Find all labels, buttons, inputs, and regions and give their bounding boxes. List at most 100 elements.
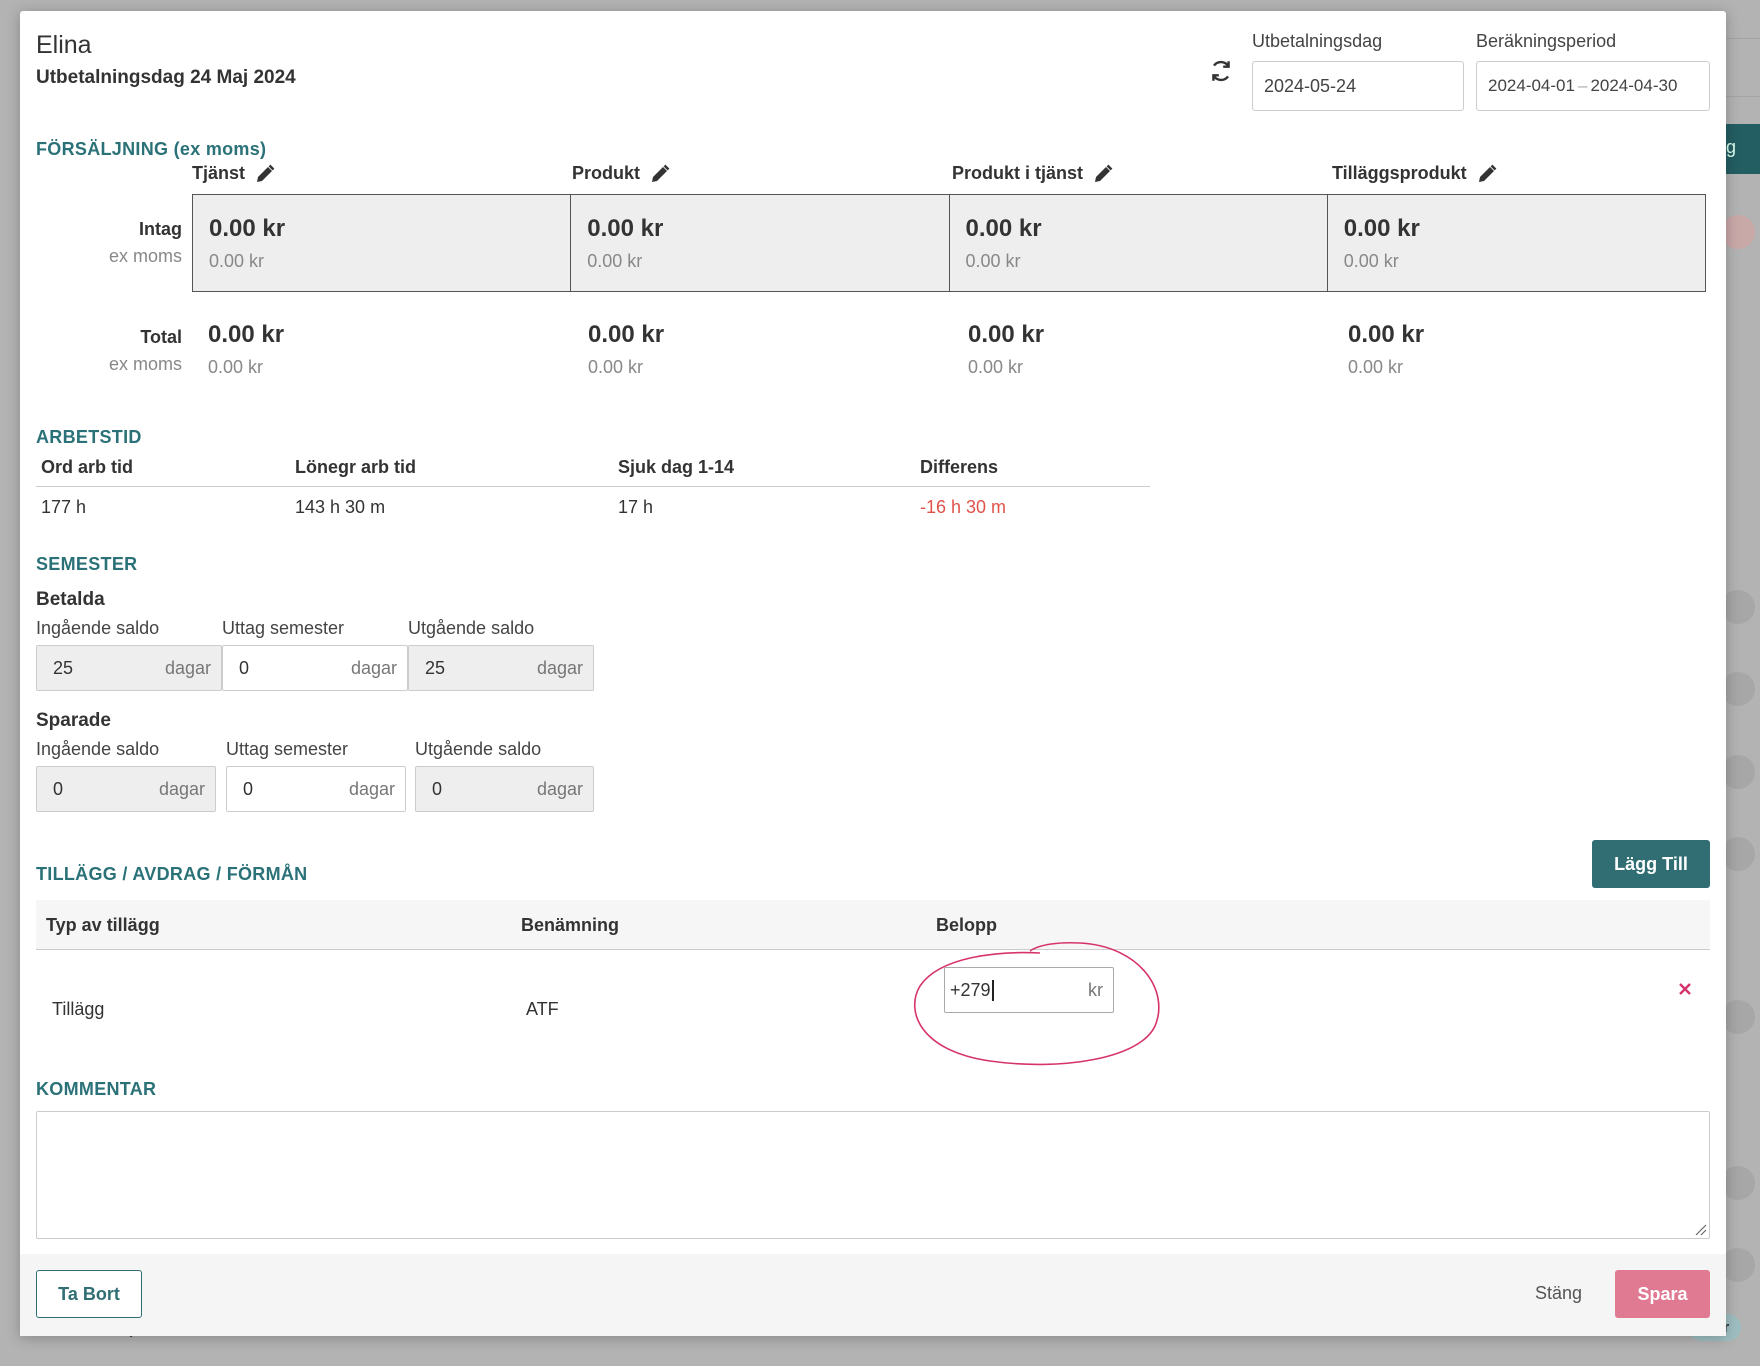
intag-grid: 0.00 kr 0.00 kr 0.00 kr 0.00 kr 0.00 kr … bbox=[192, 194, 1706, 292]
bg-row-action[interactable] bbox=[1721, 1248, 1755, 1282]
intag-sublabel: ex moms bbox=[108, 246, 182, 266]
intag-amount: 0.00 kr bbox=[965, 215, 1042, 242]
paid-closing-balance-field: 25 dagar bbox=[408, 645, 594, 691]
total-cell: 0.00 kr 0.00 kr bbox=[968, 321, 1044, 378]
pencil-icon[interactable] bbox=[255, 164, 275, 184]
pencil-icon[interactable] bbox=[1093, 164, 1113, 184]
close-button[interactable]: Stäng bbox=[1535, 1283, 1582, 1304]
payslip-modal: Elina Utbetalningsdag 24 Maj 2024 Utbeta… bbox=[20, 11, 1726, 1336]
column-header: Belopp bbox=[936, 915, 997, 935]
total-amount-sub: 0.00 kr bbox=[208, 357, 264, 377]
saved-opening-balance-field: 0 dagar bbox=[36, 766, 216, 812]
worktime-header: Differens bbox=[920, 457, 999, 477]
total-cell: 0.00 kr 0.00 kr bbox=[208, 321, 284, 378]
comment-textarea[interactable] bbox=[36, 1111, 1710, 1239]
total-amount-sub: 0.00 kr bbox=[968, 357, 1024, 377]
total-amount: 0.00 kr bbox=[1348, 321, 1425, 348]
total-amount: 0.00 kr bbox=[208, 321, 285, 348]
bg-row-action[interactable] bbox=[1721, 1166, 1755, 1200]
column-label: Tilläggsprodukt bbox=[1332, 163, 1467, 183]
field-unit: dagar bbox=[536, 778, 583, 799]
column-header: Typ av tillägg bbox=[46, 915, 160, 935]
field-value: 0 bbox=[432, 778, 443, 799]
worktime-value: 17 h bbox=[618, 497, 654, 517]
paid-opening-balance-field: 25 dagar bbox=[36, 645, 222, 691]
modal-footer: Ta Bort Stäng Spara bbox=[20, 1254, 1726, 1336]
total-amount-sub: 0.00 kr bbox=[1348, 357, 1404, 377]
bg-status-dot bbox=[1721, 215, 1755, 249]
vacation-label: Ingående saldo bbox=[36, 618, 160, 638]
worktime-header: Lönegr arb tid bbox=[295, 457, 416, 477]
column-header: Benämning bbox=[521, 915, 620, 935]
resize-handle-icon[interactable] bbox=[1693, 1222, 1707, 1236]
vacation-label: Ingående saldo bbox=[36, 739, 160, 759]
intag-row-label: Intag ex moms bbox=[36, 219, 182, 267]
field-unit: dagar bbox=[350, 657, 397, 678]
worktime-section-title: ARBETSTID bbox=[36, 427, 142, 447]
vacation-saved-title: Sparade bbox=[36, 710, 111, 731]
add-addition-button[interactable]: Lägg Till bbox=[1592, 840, 1710, 888]
worktime-difference: -16 h 30 m bbox=[920, 497, 1007, 517]
intag-amount: 0.00 kr bbox=[1343, 215, 1420, 242]
employee-name: Elina bbox=[36, 31, 92, 59]
intag-amount-sub: 0.00 kr bbox=[587, 251, 643, 271]
period-end: 2024-04-30 bbox=[1590, 76, 1678, 95]
addition-type: Tillägg bbox=[52, 999, 105, 1019]
column-label: Produkt i tjänst bbox=[952, 163, 1084, 183]
field-unit: dagar bbox=[536, 657, 583, 678]
column-header-service: Tjänst bbox=[192, 163, 275, 184]
field-unit: dagar bbox=[348, 778, 395, 799]
save-button[interactable]: Spara bbox=[1615, 1270, 1710, 1318]
delete-button[interactable]: Ta Bort bbox=[36, 1270, 142, 1318]
intag-cell[interactable]: 0.00 kr 0.00 kr bbox=[1328, 195, 1705, 291]
bg-row-action[interactable] bbox=[1721, 590, 1755, 624]
period-start: 2024-04-01 bbox=[1488, 76, 1575, 95]
intag-amount-sub: 0.00 kr bbox=[1343, 251, 1399, 271]
saved-withdrawal-input[interactable]: 0 dagar bbox=[226, 766, 406, 812]
intag-cell[interactable]: 0.00 kr 0.00 kr bbox=[193, 195, 572, 291]
payout-label: Utbetalningsdag bbox=[1252, 31, 1383, 51]
vacation-paid-title: Betalda bbox=[36, 589, 105, 610]
column-header-addon-product: Tilläggsprodukt bbox=[1332, 163, 1497, 184]
saved-closing-balance-field: 0 dagar bbox=[415, 766, 594, 812]
vacation-label: Uttag semester bbox=[222, 618, 345, 638]
column-label: Tjänst bbox=[192, 163, 246, 183]
column-header-product-in-service: Produkt i tjänst bbox=[952, 163, 1113, 184]
total-amount-sub: 0.00 kr bbox=[588, 357, 644, 377]
addition-name: ATF bbox=[526, 999, 559, 1019]
bg-row-action[interactable] bbox=[1721, 837, 1755, 871]
amount-unit: kr bbox=[1088, 979, 1103, 1000]
field-unit: dagar bbox=[164, 657, 211, 678]
intag-cell[interactable]: 0.00 kr 0.00 kr bbox=[571, 195, 950, 291]
payout-date-value: 2024-05-24 bbox=[1264, 75, 1357, 96]
additions-table-header: Typ av tillägg Benämning Belopp bbox=[36, 900, 1710, 950]
payout-date-input[interactable]: 2024-05-24 bbox=[1252, 61, 1464, 111]
close-icon[interactable] bbox=[1675, 979, 1695, 999]
vacation-section-title: SEMESTER bbox=[36, 554, 138, 574]
pencil-icon[interactable] bbox=[1477, 164, 1497, 184]
field-value: 0 bbox=[243, 778, 254, 799]
period-label: Beräkningsperiod bbox=[1476, 31, 1617, 51]
worktime-value: 177 h bbox=[41, 497, 87, 517]
field-value: 0 bbox=[53, 778, 64, 799]
vacation-label: Utgående saldo bbox=[408, 618, 535, 638]
intag-cell[interactable]: 0.00 kr 0.00 kr bbox=[950, 195, 1328, 291]
intag-amount-sub: 0.00 kr bbox=[965, 251, 1021, 271]
intag-amount: 0.00 kr bbox=[209, 215, 286, 242]
pencil-icon[interactable] bbox=[650, 164, 670, 184]
bg-row-action[interactable] bbox=[1721, 1000, 1755, 1034]
amount-input[interactable]: +279 kr bbox=[944, 967, 1114, 1013]
field-value: 25 bbox=[53, 657, 74, 678]
bg-row-action[interactable] bbox=[1721, 672, 1755, 706]
paid-withdrawal-input[interactable]: 0 dagar bbox=[222, 645, 408, 691]
sales-section-title: FÖRSÄLJNING (ex moms) bbox=[36, 139, 267, 159]
worktime-header: Ord arb tid bbox=[41, 457, 134, 477]
refresh-icon[interactable] bbox=[1208, 58, 1234, 84]
bg-row-action[interactable] bbox=[1721, 755, 1755, 789]
total-amount: 0.00 kr bbox=[968, 321, 1045, 348]
total-amount: 0.00 kr bbox=[588, 321, 665, 348]
total-cell: 0.00 kr 0.00 kr bbox=[588, 321, 664, 378]
period-range-input[interactable]: 2024-04-01 – 2024-04-30 bbox=[1476, 61, 1710, 111]
intag-amount: 0.00 kr bbox=[587, 215, 664, 242]
total-sublabel: ex moms bbox=[108, 354, 182, 374]
